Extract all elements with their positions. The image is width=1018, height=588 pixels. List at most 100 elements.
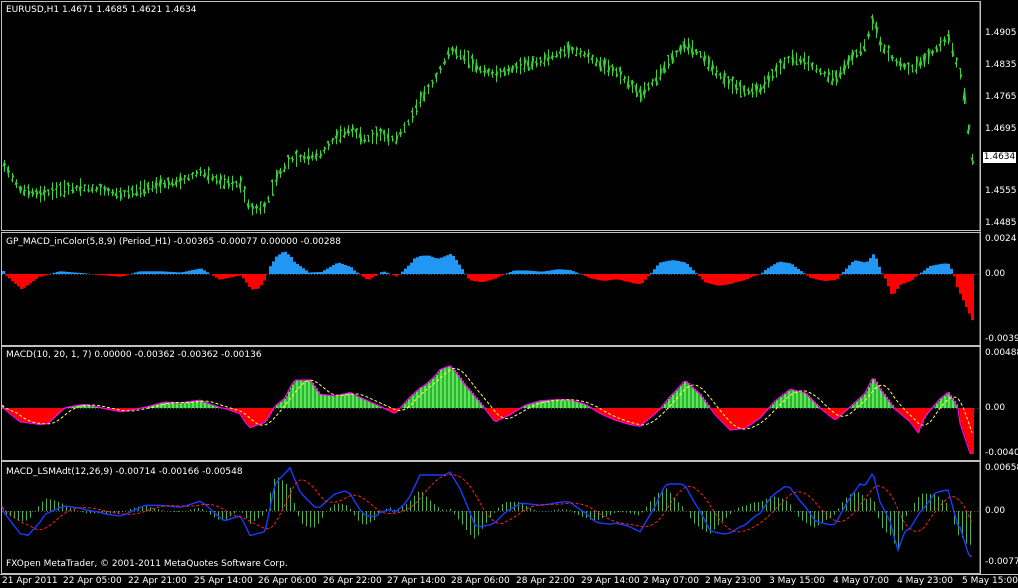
gp-hist-bar bbox=[224, 274, 227, 279]
macd-hist-bar bbox=[324, 394, 326, 408]
current-price-box: 1.4634 bbox=[983, 152, 1016, 163]
macd-hist-bar bbox=[446, 367, 448, 408]
macd-hist-bar bbox=[696, 390, 698, 408]
price-bars bbox=[2, 14, 975, 216]
time-tick-label: 2 May 07:00 bbox=[643, 576, 699, 586]
macd-hist-bar bbox=[746, 408, 748, 428]
gp-hist-bar bbox=[287, 254, 290, 274]
macd-hist-bar bbox=[680, 386, 682, 408]
gp-hist-bar bbox=[470, 274, 473, 281]
gp-hist-bar bbox=[635, 274, 638, 284]
gp-hist-bar bbox=[512, 270, 515, 274]
macd-hist-bar bbox=[798, 391, 800, 408]
time-tick-label: 26 Apr 22:00 bbox=[323, 576, 382, 586]
gp-hist-bar bbox=[725, 274, 728, 285]
gp-hist-bar bbox=[434, 258, 437, 274]
gp-hist-bar bbox=[620, 274, 623, 281]
macd-hist-bar bbox=[502, 408, 504, 419]
macd-hist-bar bbox=[630, 408, 632, 425]
macd-hist-bar bbox=[748, 408, 750, 427]
gp-hist-bar bbox=[500, 274, 503, 276]
macd-hist-bar bbox=[294, 381, 296, 408]
gp-hist-bar bbox=[245, 274, 248, 283]
gp-hist-bar bbox=[929, 266, 932, 274]
gp-hist-bar bbox=[581, 274, 584, 275]
gp-hist-bar bbox=[944, 263, 947, 274]
gp-hist-bar bbox=[35, 274, 38, 279]
gp-hist-bar bbox=[449, 254, 452, 274]
macd-hist-bar bbox=[174, 402, 176, 408]
gp-hist-bar bbox=[737, 274, 740, 282]
gp-hist-bar bbox=[263, 274, 266, 281]
chart-canvas[interactable] bbox=[0, 0, 1018, 588]
gp-hist-bar bbox=[872, 254, 875, 274]
gp-tick-label: -0.00394 bbox=[985, 334, 1018, 344]
gp-hist-bar bbox=[170, 271, 173, 274]
gp-hist-bar bbox=[935, 264, 938, 274]
gp-hist-bar bbox=[824, 274, 827, 281]
gp-hist-bar bbox=[611, 274, 614, 280]
macd-hist-bar bbox=[348, 393, 350, 408]
gp-hist-bar bbox=[509, 272, 512, 274]
gp-hist-bar bbox=[572, 271, 575, 274]
gp-hist-bar bbox=[179, 272, 182, 274]
gp-hist-bar bbox=[905, 274, 908, 283]
macd-hist-bar bbox=[608, 408, 610, 418]
gp-hist-bar bbox=[347, 266, 350, 274]
lsma-tick-label: -0.00779 bbox=[985, 557, 1018, 567]
gp-hist-bar bbox=[530, 270, 533, 274]
macd-hist-bar bbox=[310, 379, 312, 408]
gp-macd-histogram bbox=[2, 251, 974, 321]
gp-hist-bar bbox=[923, 270, 926, 274]
gp-hist-bar bbox=[251, 274, 254, 290]
macd-hist-bar bbox=[194, 400, 196, 408]
macd-hist-bar bbox=[642, 408, 644, 425]
price-bar-open bbox=[402, 124, 405, 126]
panel-frame bbox=[1, 232, 981, 346]
macd-hist-bar bbox=[432, 378, 434, 408]
gp-hist-bar bbox=[602, 274, 605, 281]
gp-hist-bar bbox=[548, 270, 551, 274]
macd-hist-bar bbox=[260, 408, 262, 425]
gp-hist-bar bbox=[260, 274, 263, 286]
gp-hist-bar bbox=[785, 262, 788, 274]
gp-hist-bar bbox=[854, 260, 857, 274]
gp-hist-bar bbox=[698, 274, 701, 277]
gp-hist-bar bbox=[491, 274, 494, 280]
gp-hist-bar bbox=[806, 274, 809, 276]
gp-hist-bar bbox=[98, 274, 101, 276]
macd-hist-bar bbox=[780, 397, 782, 408]
price-bar-open bbox=[910, 65, 913, 67]
gp-hist-bar bbox=[524, 270, 527, 274]
gp-hist-bar bbox=[116, 274, 119, 277]
gp-hist-bar bbox=[44, 274, 47, 276]
macd-hist-bar bbox=[358, 396, 360, 408]
gp-hist-bar bbox=[896, 274, 899, 289]
gp-hist-bar bbox=[461, 269, 464, 274]
gp-hist-bar bbox=[326, 268, 329, 274]
macd-hist-bar bbox=[440, 369, 442, 408]
gp-hist-bar bbox=[827, 274, 830, 281]
macd-hist-bar bbox=[246, 408, 248, 424]
macd-hist-bar bbox=[682, 383, 684, 408]
gp-hist-bar bbox=[521, 270, 524, 274]
macd-hist-bar bbox=[690, 385, 692, 408]
macd-hist-bar bbox=[434, 376, 436, 408]
gp-hist-bar bbox=[665, 261, 668, 274]
gp-hist-bar bbox=[926, 268, 929, 274]
gp-hist-bar bbox=[815, 274, 818, 280]
macd-hist-bar bbox=[750, 408, 752, 425]
price-tick-label: 1.4695 bbox=[985, 124, 1017, 134]
gp-hist-bar bbox=[383, 271, 386, 274]
macd-hist-bar bbox=[726, 408, 728, 426]
gp-hist-bar bbox=[710, 274, 713, 284]
time-tick-label: 21 Apr 2011 bbox=[2, 576, 58, 586]
macd-panel-title: MACD(10, 20, 1, 7) 0.00000 -0.00362 -0.0… bbox=[6, 350, 262, 360]
macd-hist-bar bbox=[908, 408, 910, 421]
gp-hist-bar bbox=[656, 265, 659, 274]
macd-hist-bar bbox=[426, 384, 428, 408]
macd-hist-bar bbox=[694, 388, 696, 408]
gp-hist-bar bbox=[755, 274, 758, 276]
gp-hist-bar bbox=[545, 271, 548, 274]
macd-hist-bar bbox=[530, 403, 532, 408]
